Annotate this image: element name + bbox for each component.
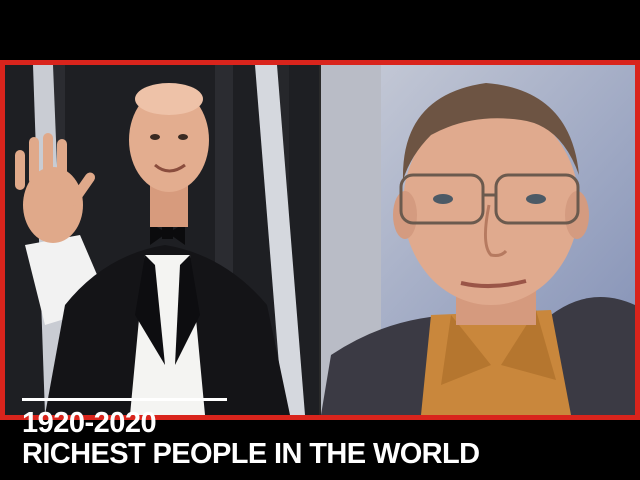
caption-years: 1920-2020 — [22, 407, 157, 439]
thumbnail-caption: 1920-2020 RICHEST PEOPLE IN THE WORLD — [22, 398, 542, 470]
right-portrait-photo — [321, 65, 635, 415]
left-portrait-photo — [5, 65, 319, 415]
video-thumbnail-frame[interactable]: 1920-2020 RICHEST PEOPLE IN THE WORLD — [0, 60, 640, 470]
caption-rule — [22, 398, 227, 401]
man-with-glasses-portrait-illustration — [321, 65, 635, 415]
caption-headline: RICHEST PEOPLE IN THE WORLD — [22, 438, 480, 470]
man-in-tuxedo-waving-illustration — [5, 65, 319, 415]
